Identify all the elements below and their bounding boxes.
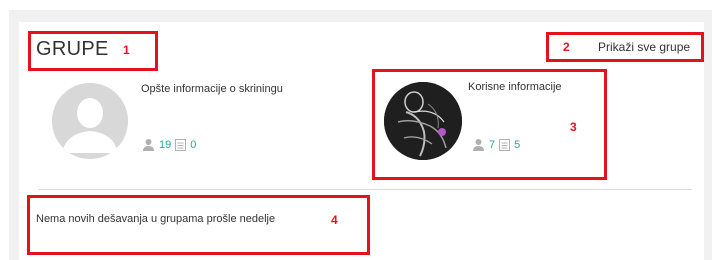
- group-avatar-default[interactable]: [52, 83, 128, 159]
- annotation-box-1: [28, 31, 158, 71]
- annotation-number-4: 4: [331, 213, 338, 227]
- annotation-box-4: [27, 195, 370, 255]
- group-stats: 19 0: [142, 138, 196, 151]
- members-count: 19: [159, 138, 172, 151]
- members-icon: [142, 138, 155, 151]
- annotation-number-3: 3: [570, 120, 577, 134]
- default-user-icon: [52, 83, 128, 159]
- posts-icon: [175, 138, 187, 151]
- annotation-number-1: 1: [123, 43, 130, 57]
- group-name[interactable]: Opšte informacije o skriningu: [141, 83, 283, 95]
- divider: [38, 189, 692, 190]
- posts-count: 0: [190, 138, 197, 151]
- annotation-number-2: 2: [563, 40, 570, 54]
